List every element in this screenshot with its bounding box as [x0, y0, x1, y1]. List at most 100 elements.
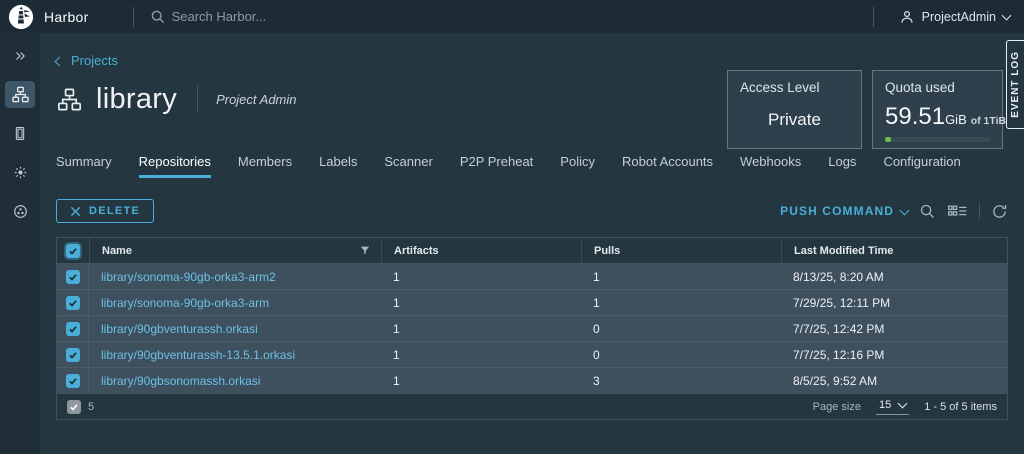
user-name: ProjectAdmin [921, 9, 996, 24]
tab-scanner[interactable]: Scanner [384, 154, 432, 178]
column-header-name-label: Name [102, 244, 132, 257]
quota-limit: of 1TiB [970, 115, 1007, 127]
tab-repositories[interactable]: Repositories [138, 154, 211, 178]
repo-name-cell: library/90gbventurassh-13.5.1.orkasi [89, 342, 381, 367]
sidebar-item-logs[interactable] [5, 120, 35, 147]
user-menu[interactable]: ProjectAdmin [872, 6, 1012, 27]
table-footer: 5 Page size 15 1 - 5 of 5 items [57, 393, 1007, 419]
row-checkbox-cell [57, 342, 89, 367]
sidebar-item-distribution[interactable] [5, 198, 35, 225]
pulls-value: 0 [593, 347, 600, 362]
card-list-view-toggle-icon[interactable] [947, 203, 968, 219]
repo-name-cell: library/sonoma-90gb-orka3-arm [89, 290, 381, 315]
row-checkbox-cell [57, 264, 89, 289]
last-modified-value: 8/13/25, 8:20 AM [793, 269, 884, 284]
table-row: library/sonoma-90gb-orka3-arm 1 1 7/29/2… [57, 289, 1007, 315]
close-icon [70, 206, 81, 216]
row-checkbox[interactable] [65, 295, 80, 310]
refresh-icon[interactable] [991, 203, 1008, 220]
quota-progressbar [885, 137, 990, 142]
sidebar [0, 33, 40, 454]
repo-name-cell: library/90gbsonomassh.orkasi [89, 368, 381, 393]
column-header-pulls-label: Pulls [594, 244, 621, 257]
tab-configuration[interactable]: Configuration [883, 154, 960, 178]
table-row: library/90gbsonomassh.orkasi 1 3 8/5/25,… [57, 367, 1007, 393]
access-level-label: Access Level [740, 80, 820, 95]
sidebar-expand-icon[interactable] [5, 42, 35, 69]
harbor-logo-icon[interactable] [8, 4, 34, 30]
selected-count-checkbox[interactable] [67, 399, 81, 414]
breadcrumb[interactable]: Projects [54, 53, 118, 68]
event-log-tab[interactable]: EVENT LOG [1006, 40, 1024, 129]
sidebar-item-interrogation[interactable] [5, 159, 35, 186]
push-command-label: PUSH COMMAND [780, 204, 894, 218]
artifacts-value: 1 [393, 295, 400, 310]
artifacts-cell: 1 [381, 316, 581, 341]
tab-logs[interactable]: Logs [828, 154, 856, 178]
row-checkbox[interactable] [65, 321, 80, 336]
last-modified-cell: 8/13/25, 8:20 AM [781, 264, 1007, 289]
tab-summary[interactable]: Summary [56, 154, 112, 178]
pagination-range: 1 - 5 of 5 items [924, 400, 997, 413]
table-header-row: Name Artifacts Pulls Last Modified Time [57, 238, 1007, 264]
row-checkbox-cell [57, 316, 89, 341]
brand-title: Harbor [44, 8, 89, 25]
repo-link[interactable]: library/90gbsonomassh.orkasi [101, 374, 260, 388]
toolbar-divider [979, 203, 980, 219]
tab-webhooks[interactable]: Webhooks [740, 154, 801, 178]
column-header-artifacts-label: Artifacts [394, 244, 439, 257]
artifacts-cell: 1 [381, 342, 581, 367]
sidebar-item-projects[interactable] [5, 81, 35, 108]
chevron-left-icon [54, 56, 65, 66]
repo-link[interactable]: library/90gbventurassh.orkasi [101, 322, 258, 336]
page-size-select[interactable]: 15 [875, 398, 910, 415]
select-all-checkbox[interactable] [66, 243, 80, 258]
quota-value: 59.51 GiB of 1TiB [885, 103, 1006, 131]
global-search[interactable] [150, 8, 873, 25]
push-command-dropdown[interactable]: PUSH COMMAND [780, 204, 910, 218]
pulls-value: 0 [593, 321, 600, 336]
repo-link[interactable]: library/90gbventurassh-13.5.1.orkasi [101, 348, 295, 362]
quota-label: Quota used [885, 80, 955, 95]
artifacts-value: 1 [393, 347, 400, 362]
row-checkbox[interactable] [65, 269, 80, 284]
search-repositories-icon[interactable] [919, 203, 936, 220]
repo-name-cell: library/sonoma-90gb-orka3-arm2 [89, 264, 381, 289]
tab-robot-accounts[interactable]: Robot Accounts [622, 154, 713, 178]
pulls-cell: 0 [581, 342, 781, 367]
pulls-cell: 0 [581, 316, 781, 341]
repo-link[interactable]: library/sonoma-90gb-orka3-arm2 [101, 270, 276, 284]
project-header: library Project Admin [56, 83, 297, 116]
page-title: library [96, 83, 178, 115]
quota-used-unit: GiB [945, 112, 967, 127]
row-checkbox[interactable] [65, 373, 80, 388]
search-input[interactable] [169, 8, 494, 25]
column-header-pulls[interactable]: Pulls [581, 238, 781, 263]
tab-labels[interactable]: Labels [319, 154, 357, 178]
search-icon [151, 10, 164, 23]
chevron-down-icon [899, 205, 910, 215]
harbor-app-window: Harbor ProjectAdmin [0, 0, 1024, 454]
column-header-artifacts[interactable]: Artifacts [381, 238, 581, 263]
column-header-last-modified[interactable]: Last Modified Time [781, 238, 1007, 263]
last-modified-cell: 7/7/25, 12:16 PM [781, 342, 1007, 367]
last-modified-value: 7/7/25, 12:42 PM [793, 321, 885, 336]
breadcrumb-label: Projects [71, 53, 118, 68]
tab-policy[interactable]: Policy [560, 154, 595, 178]
column-header-name[interactable]: Name [89, 238, 381, 263]
repo-name-cell: library/90gbventurassh.orkasi [89, 316, 381, 341]
topbar-divider [132, 6, 134, 27]
table-row: library/sonoma-90gb-orka3-arm2 1 1 8/13/… [57, 264, 1007, 289]
chevron-down-icon [897, 398, 908, 409]
pulls-cell: 1 [581, 290, 781, 315]
selected-count: 5 [88, 400, 95, 413]
title-divider [197, 86, 199, 113]
filter-icon[interactable] [359, 244, 371, 259]
delete-button[interactable]: DELETE [56, 199, 155, 223]
main-content: Projects library Project Admin Access Le… [40, 33, 1024, 454]
repo-link[interactable]: library/sonoma-90gb-orka3-arm [101, 296, 269, 310]
row-checkbox[interactable] [65, 347, 80, 362]
tab-p2p-preheat[interactable]: P2P Preheat [460, 154, 533, 178]
pagination: Page size 15 1 - 5 of 5 items [813, 399, 997, 415]
tab-members[interactable]: Members [238, 154, 292, 178]
